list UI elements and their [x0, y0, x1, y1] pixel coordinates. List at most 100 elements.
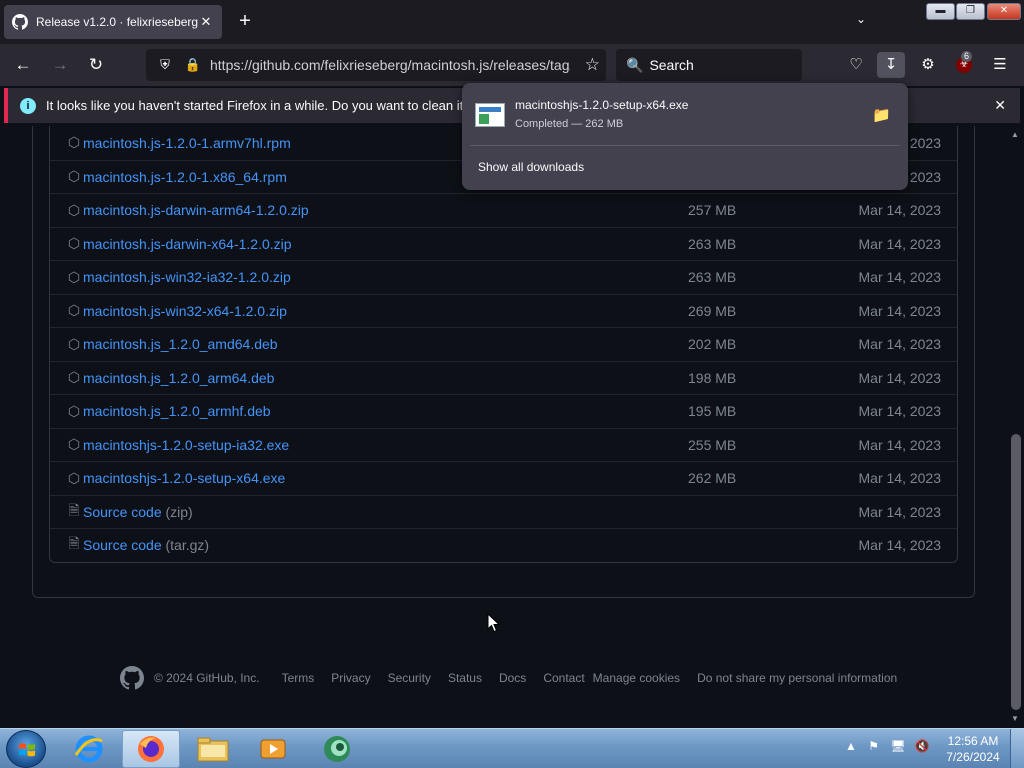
file-explorer-icon[interactable] [184, 730, 242, 768]
notification-close-icon[interactable]: ✕ [994, 97, 1006, 114]
volume-muted-icon[interactable]: 🔇 [915, 739, 930, 753]
asset-link[interactable]: macintosh.js-1.2.0-1.armv7hl.rpm [83, 135, 291, 151]
vertical-scrollbar[interactable]: ▲ ▼ [1008, 126, 1024, 728]
asset-size: 262 MB [688, 470, 737, 487]
github-logo-icon[interactable] [120, 666, 144, 690]
downloads-icon[interactable]: ↧ [877, 52, 905, 78]
maximize-button[interactable]: ❐ [956, 3, 985, 20]
asset-date: Mar 14, 2023 [858, 336, 942, 353]
footer-link-security[interactable]: Security [388, 671, 431, 685]
asset-link[interactable]: macintosh.js-darwin-x64-1.2.0.zip [83, 236, 292, 252]
bookmark-star-icon[interactable]: ☆ [585, 55, 600, 75]
asset-name: macintosh.js-win32-x64-1.2.0.zip [83, 302, 287, 319]
footer-link-terms[interactable]: Terms [282, 671, 315, 685]
asset-name: Source code [83, 503, 162, 520]
asset-link[interactable]: macintosh.js_1.2.0_armhf.deb [83, 403, 271, 419]
reload-icon[interactable]: ↻ [83, 52, 109, 78]
footer-link-docs[interactable]: Docs [499, 671, 526, 685]
asset-row: ⬡ macintosh.js-darwin-arm64-1.2.0.zip 257 … [50, 193, 957, 227]
internet-explorer-icon[interactable] [60, 730, 118, 768]
asset-link[interactable]: macintosh.js_1.2.0_arm64.deb [83, 370, 274, 386]
asset-size: 269 MB [688, 302, 737, 319]
system-clock[interactable]: 12:56 AM 7/26/2024 [940, 733, 1006, 765]
asset-date: Mar 14, 2023 [858, 470, 942, 487]
url-bar[interactable]: ⛨ 🔒 https://github.com/felixrieseberg/ma… [146, 49, 606, 81]
asset-date: Mar 14, 2023 [858, 369, 942, 386]
asset-link[interactable]: macintosh.js-win32-ia32-1.2.0.zip [83, 269, 291, 285]
package-icon: ⬡ [67, 402, 81, 419]
footer: © 2024 GitHub, Inc. Terms Privacy Securi… [120, 666, 920, 690]
lock-icon[interactable]: 🔒 [182, 57, 204, 73]
network-icon[interactable]: 🖥 [890, 739, 905, 753]
search-icon: 🔍 [626, 56, 644, 73]
package-icon: ⬡ [67, 134, 81, 151]
info-icon: i [20, 97, 36, 114]
assets-list: ⬡macintosh.js-1.2.0-1.armv7hl.rpmMar 14,… [49, 126, 958, 563]
asset-size: 202 MB [688, 336, 737, 353]
tab-close-icon[interactable]: ✕ [198, 14, 214, 30]
footer-link-privacy[interactable]: Privacy [331, 671, 370, 685]
asset-link[interactable]: macintoshjs-1.2.0-setup-ia32.exe [83, 437, 289, 453]
asset-link[interactable]: macintosh.js-win32-x64-1.2.0.zip [83, 303, 287, 319]
download-status: Completed — 262 MB [515, 118, 624, 130]
asset-row: 🗎 Source code (tar.gz) Mar 14, 2023 [50, 528, 957, 562]
scrollbar-thumb[interactable] [1011, 434, 1021, 710]
menu-icon[interactable]: ☰ [986, 52, 1014, 78]
package-icon: ⬡ [67, 235, 81, 252]
asset-name: Source code [83, 537, 162, 554]
app-taskbar-icon[interactable] [308, 730, 366, 768]
tray-expand-icon[interactable]: ▲ [845, 739, 857, 753]
system-tray: ▲ ⚑ 🖥 🔇 [845, 739, 930, 753]
asset-link[interactable]: macintosh.js-1.2.0-1.x86_64.rpm [83, 169, 287, 185]
show-desktop-button[interactable] [1010, 729, 1024, 768]
footer-link-status[interactable]: Status [448, 671, 482, 685]
asset-row: ⬡ macintosh.js-win32-ia32-1.2.0.zip 263 MB… [50, 260, 957, 294]
asset-link[interactable]: macintosh.js-darwin-arm64-1.2.0.zip [83, 202, 309, 218]
notification-text: It looks like you haven't started Firefo… [46, 98, 501, 113]
new-tab-button[interactable]: + [234, 10, 256, 32]
asset-row: 🗎 Source code (zip) Mar 14, 2023 [50, 494, 957, 529]
scroll-down-icon[interactable]: ▼ [1011, 714, 1019, 723]
search-bar[interactable]: 🔍 Search [616, 49, 802, 81]
forward-icon[interactable]: → [47, 52, 73, 78]
extensions-icon[interactable]: ⚙ [914, 52, 942, 78]
media-player-icon[interactable] [244, 730, 302, 768]
asset-date: Mar 14, 2023 [858, 503, 942, 520]
asset-link[interactable]: Source code (zip) [83, 504, 193, 520]
url-text[interactable]: https://github.com/felixrieseberg/macint… [210, 57, 570, 73]
package-icon: ⬡ [67, 168, 81, 185]
minimize-button[interactable]: ▬ [926, 3, 955, 20]
show-all-downloads-button[interactable]: Show all downloads [478, 160, 584, 174]
shield-icon[interactable]: ⛨ [154, 57, 176, 73]
start-button[interactable] [6, 730, 46, 768]
asset-date: Mar 14, 2023 [858, 302, 942, 319]
asset-suffix: (tar.gz) [165, 537, 210, 554]
list-all-tabs-icon[interactable]: ⌄ [856, 12, 866, 26]
firefox-taskbar-icon[interactable] [122, 730, 180, 768]
browser-tab[interactable]: Release v1.2.0 · felixrieseberg/m ✕ [4, 5, 222, 39]
asset-link[interactable]: macintosh.js_1.2.0_amd64.deb [83, 336, 278, 352]
asset-row: ⬡ macintosh.js-win32-x64-1.2.0.zip 269 MB M… [50, 293, 957, 328]
asset-date: Mar 14, 2023 [858, 202, 942, 219]
package-icon: ⬡ [67, 302, 81, 319]
download-filename[interactable]: macintoshjs-1.2.0-setup-x64.exe [515, 98, 688, 112]
asset-size: 195 MB [688, 403, 737, 420]
footer-link-manage-cookies[interactable]: Manage cookies [593, 671, 680, 685]
footer-link-contact[interactable]: Contact [543, 671, 584, 685]
action-center-flag-icon[interactable]: ⚑ [868, 739, 879, 753]
footer-link-do-not-share[interactable]: Do not share my personal information [697, 671, 897, 685]
back-icon[interactable]: ← [10, 52, 36, 78]
asset-date: Mar 14, 2023 [858, 436, 942, 453]
pocket-icon[interactable]: ♡ [842, 52, 870, 78]
asset-link[interactable]: macintoshjs-1.2.0-setup-x64.exe [83, 470, 285, 486]
close-window-button[interactable]: ✕ [987, 3, 1021, 20]
clock-date: 7/26/2024 [946, 750, 1000, 764]
asset-row: ⬡ macintoshjs-1.2.0-setup-x64.exe 262 MB Ma… [50, 461, 957, 495]
scroll-up-icon[interactable]: ▲ [1011, 130, 1019, 139]
asset-link[interactable]: Source code (tar.gz) [83, 537, 209, 553]
package-icon: ⬡ [67, 201, 81, 218]
open-folder-icon[interactable]: 📁 [872, 106, 891, 124]
footer-copyright: © 2024 GitHub, Inc. [154, 671, 260, 685]
asset-name: macintosh.js_1.2.0_armhf.deb [83, 403, 271, 420]
navigation-toolbar: ← → ↻ ⛨ 🔒 https://github.com/felixrieseb… [0, 44, 1024, 86]
